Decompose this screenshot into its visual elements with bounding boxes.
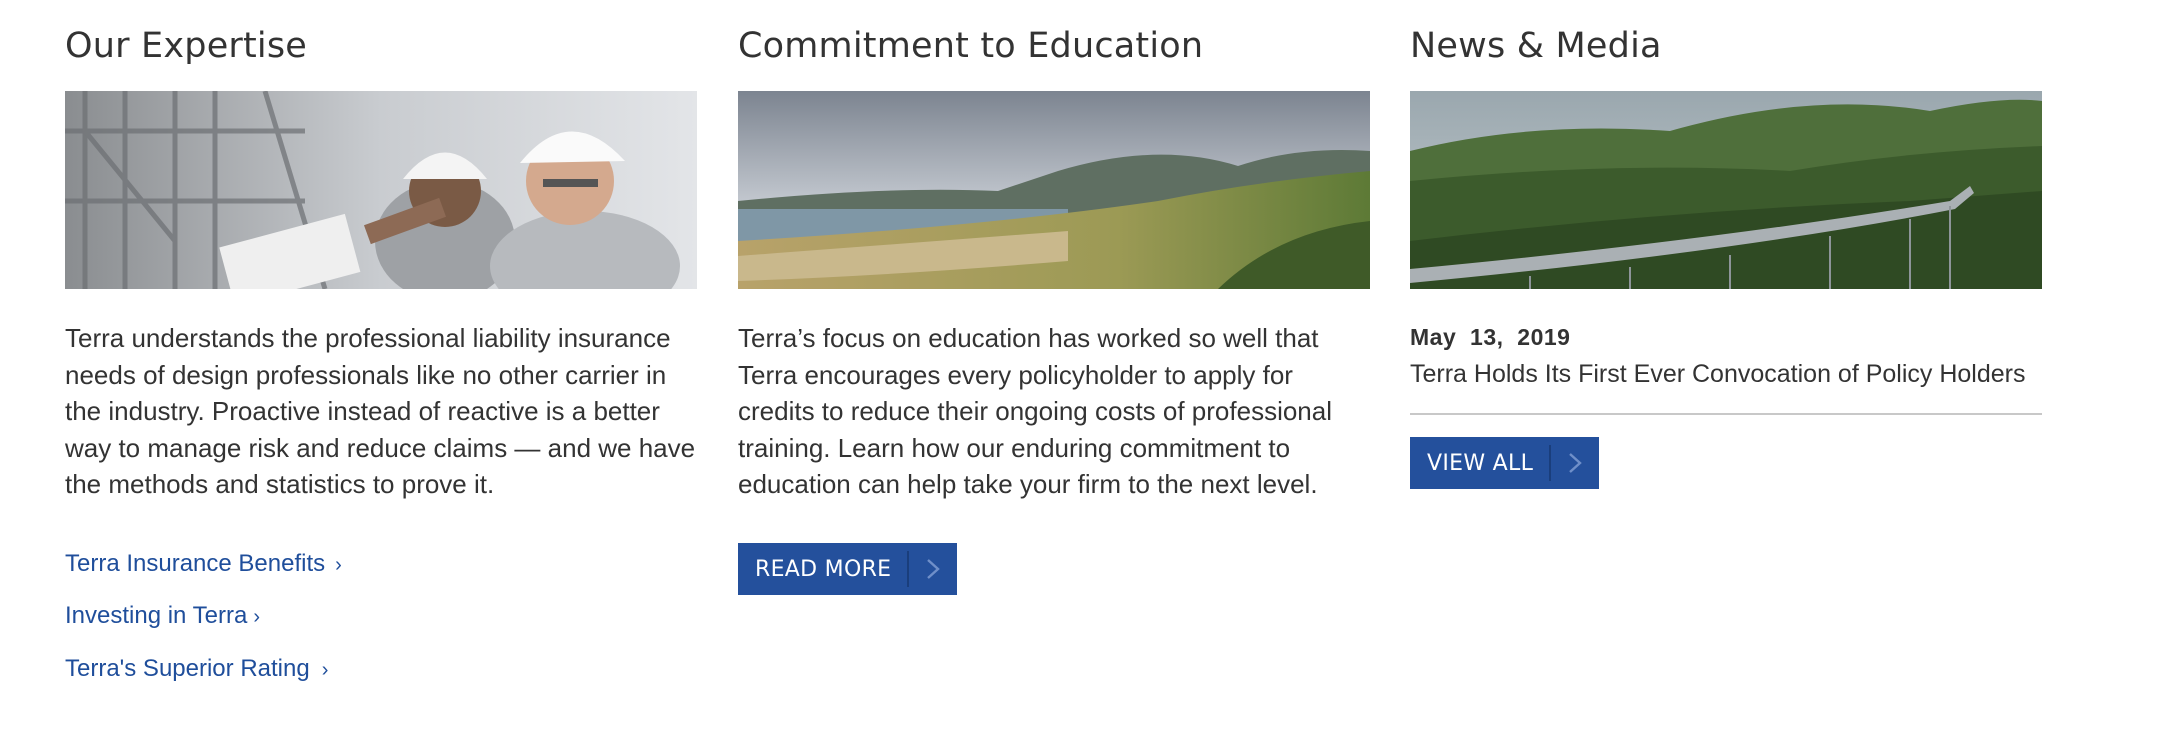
- arrow-right-icon: [1551, 437, 1599, 489]
- link-investing-in-terra[interactable]: Investing in Terra ›: [65, 602, 260, 630]
- chevron-right-icon: ›: [321, 659, 329, 681]
- education-title: Commitment to Education: [738, 26, 1204, 66]
- coastline-image: [738, 91, 1370, 289]
- expertise-title: Our Expertise: [65, 26, 308, 66]
- view-all-label: VIEW ALL: [1427, 450, 1534, 476]
- engineers-image: [65, 91, 697, 289]
- link-terras-superior-rating[interactable]: Terra's Superior Rating ›: [65, 655, 328, 683]
- bridge-image: [1410, 91, 2042, 289]
- expertise-body: Terra understands the professional liabi…: [65, 323, 696, 499]
- view-all-button[interactable]: VIEW ALL: [1410, 437, 1600, 489]
- news-headline-link[interactable]: Terra Holds Its First Ever Convocation o…: [1410, 360, 2026, 389]
- link-label: Terra Insurance Benefits: [65, 550, 326, 577]
- read-more-button[interactable]: READ MORE: [738, 543, 958, 595]
- news-title: News & Media: [1410, 26, 1662, 66]
- chevron-right-icon: ›: [335, 554, 342, 576]
- chevron-right-icon: ›: [253, 606, 260, 628]
- link-label: Terra's Superior Rating: [65, 655, 310, 682]
- read-more-label: READ MORE: [755, 556, 892, 582]
- link-terra-insurance-benefits[interactable]: Terra Insurance Benefits ›: [65, 550, 342, 578]
- link-label: Investing in Terra: [65, 602, 248, 629]
- divider: [1410, 413, 2042, 415]
- arrow-right-icon: [909, 543, 957, 595]
- news-date: May 13, 2019: [1410, 324, 1571, 350]
- education-body: Terra’s focus on education has worked so…: [738, 323, 1333, 499]
